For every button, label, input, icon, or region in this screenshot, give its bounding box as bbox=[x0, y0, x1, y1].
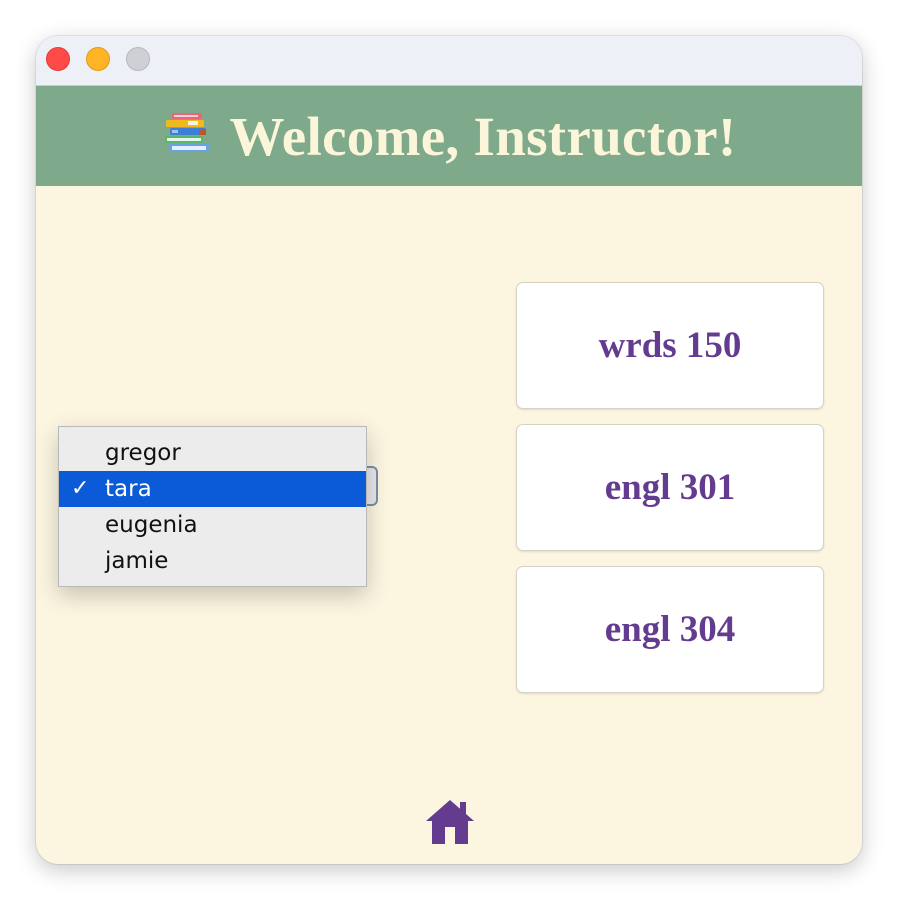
close-window-button[interactable] bbox=[46, 47, 70, 71]
zoom-window-button[interactable] bbox=[126, 47, 150, 71]
header-title-group: Welcome, Instructor! bbox=[162, 105, 737, 168]
books-icon bbox=[164, 113, 209, 152]
page-title: Welcome, Instructor! bbox=[229, 105, 737, 167]
dropdown-option-jamie[interactable]: jamie bbox=[59, 543, 366, 579]
minimize-window-button[interactable] bbox=[86, 47, 110, 71]
dropdown-option-gregor[interactable]: gregor bbox=[59, 435, 366, 471]
dropdown-option-eugenia[interactable]: eugenia bbox=[59, 507, 366, 543]
app-window: Welcome, Instructor! wrds 150 engl 301 e… bbox=[36, 36, 862, 864]
course-button-engl-304[interactable]: engl 304 bbox=[516, 566, 824, 693]
welcome-header: Welcome, Instructor! bbox=[36, 86, 862, 186]
option-label: eugenia bbox=[105, 512, 198, 538]
home-icon[interactable] bbox=[424, 796, 476, 848]
title-bar bbox=[36, 36, 862, 86]
checkmark-icon: ✓ bbox=[71, 476, 90, 501]
option-label: jamie bbox=[105, 548, 169, 574]
option-label: gregor bbox=[105, 440, 181, 466]
dropdown-option-tara[interactable]: ✓ tara bbox=[59, 471, 366, 507]
student-dropdown-menu: gregor ✓ tara eugenia jamie bbox=[58, 426, 367, 587]
course-button-wrds-150[interactable]: wrds 150 bbox=[516, 282, 824, 409]
course-button-engl-301[interactable]: engl 301 bbox=[516, 424, 824, 551]
option-label: tara bbox=[105, 476, 152, 502]
